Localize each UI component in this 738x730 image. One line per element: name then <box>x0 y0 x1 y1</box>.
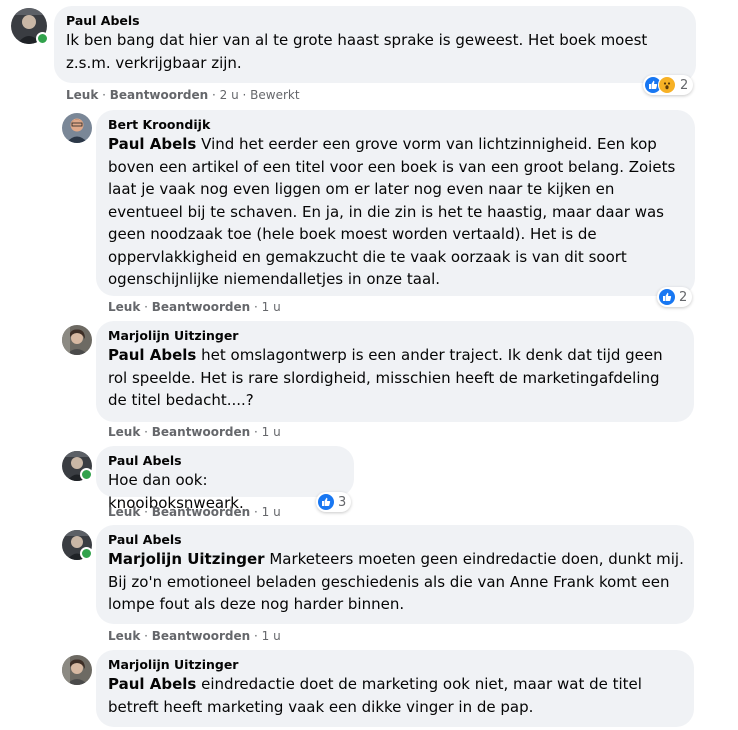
online-status-indicator <box>80 547 93 560</box>
like-icon <box>659 289 675 305</box>
comment-body: Marjolijn Uitzinger Marketeers moeten ge… <box>108 548 684 616</box>
comment-timestamp[interactable]: 2 u <box>220 88 239 102</box>
mention-link[interactable]: Marjolijn Uitzinger <box>108 550 265 568</box>
online-status-indicator <box>36 32 49 45</box>
comment-body: Paul Abels Vind het eerder een grove vor… <box>108 133 688 291</box>
reaction-count: 2 <box>679 289 688 305</box>
reaction-count: 3 <box>338 494 347 510</box>
avatar[interactable] <box>62 325 92 355</box>
reply-link[interactable]: Beantwoorden <box>110 88 208 102</box>
comment-text: Vind het eerder een grove vorm van licht… <box>108 135 676 288</box>
reactions-summary[interactable]: 2 <box>643 75 694 95</box>
comment-actions: Leuk · Beantwoorden · 1 u <box>108 425 281 439</box>
comment-body: Paul Abels eindredactie doet de marketin… <box>108 673 684 718</box>
reply-link[interactable]: Beantwoorden <box>152 300 250 314</box>
comment-author[interactable]: Bert Kroondijk <box>108 117 683 133</box>
comment-actions: Leuk · Beantwoorden · 1 u <box>108 629 281 643</box>
comment-body: Paul Abels het omslagontwerp is een ande… <box>108 344 683 412</box>
reactions-summary[interactable]: 2 <box>657 287 693 307</box>
comment-author[interactable]: Paul Abels <box>66 13 684 29</box>
mention-link[interactable]: Paul Abels <box>108 135 196 153</box>
like-link[interactable]: Leuk <box>108 300 140 314</box>
reactions-summary[interactable]: 3 <box>316 492 352 512</box>
like-link[interactable]: Leuk <box>66 88 98 102</box>
comment-bubble: Bert Kroondijk Paul Abels Vind het eerde… <box>96 110 695 296</box>
reply-link[interactable]: Beantwoorden <box>152 425 250 439</box>
edited-label: Bewerkt <box>250 88 300 102</box>
comment-author[interactable]: Marjolijn Uitzinger <box>108 328 682 344</box>
mention-link[interactable]: Paul Abels <box>108 675 196 693</box>
like-link[interactable]: Leuk <box>108 505 140 519</box>
comment-author[interactable]: Paul Abels <box>108 532 682 548</box>
comment-author[interactable]: Marjolijn Uitzinger <box>108 657 682 673</box>
like-link[interactable]: Leuk <box>108 425 140 439</box>
like-link[interactable]: Leuk <box>108 629 140 643</box>
comment-bubble: Marjolijn Uitzinger Paul Abels eindredac… <box>96 650 694 727</box>
avatar[interactable] <box>62 655 92 685</box>
comment-actions: Leuk · Beantwoorden · 2 u · Bewerkt <box>66 88 300 102</box>
comment-bubble: Paul Abels Ik ben bang dat hier van al t… <box>54 6 696 83</box>
comment-actions: Leuk · Beantwoorden · 1 u <box>108 300 281 314</box>
comment-text: Ik ben bang dat hier van al te grote haa… <box>66 31 648 72</box>
comment-bubble: Paul Abels Hoe dan ook: knooiboksnweark. <box>96 446 354 512</box>
comment-bubble: Marjolijn Uitzinger Paul Abels het omsla… <box>96 321 694 422</box>
comment-timestamp[interactable]: 1 u <box>262 425 281 439</box>
reaction-count: 2 <box>680 77 689 93</box>
wow-icon <box>658 76 676 94</box>
comment-bubble: Paul Abels Marjolijn Uitzinger Marketeer… <box>96 525 694 624</box>
comment-author[interactable]: Paul Abels <box>108 453 342 469</box>
comment-timestamp[interactable]: 1 u <box>262 505 281 519</box>
online-status-indicator <box>80 468 93 481</box>
comment-timestamp[interactable]: 1 u <box>262 629 281 643</box>
reply-link[interactable]: Beantwoorden <box>152 505 250 519</box>
avatar[interactable] <box>62 113 92 143</box>
reply-link[interactable]: Beantwoorden <box>152 629 250 643</box>
like-icon <box>318 494 334 510</box>
mention-link[interactable]: Paul Abels <box>108 346 196 364</box>
comment-timestamp[interactable]: 1 u <box>262 300 281 314</box>
comment-actions: Leuk · Beantwoorden · 1 u <box>108 505 281 519</box>
